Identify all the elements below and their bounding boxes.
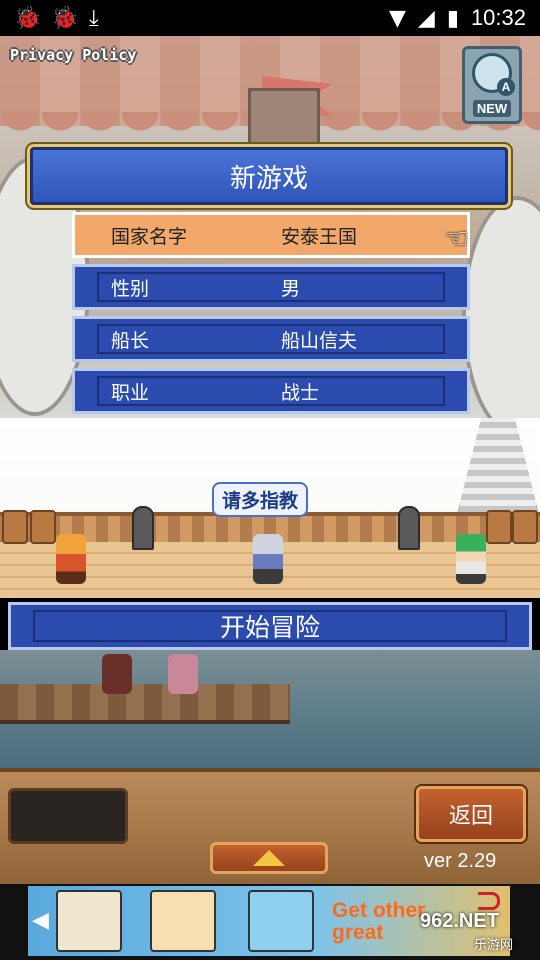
account-switch-button[interactable]: NEW — [462, 46, 522, 124]
back-label: 返回 — [448, 804, 493, 829]
ship-deck-scene: 请多指教 — [0, 418, 540, 598]
back-button[interactable]: 返回 — [416, 786, 526, 842]
row-value: 战士 — [281, 381, 320, 404]
row-value: 船山信夫 — [281, 329, 358, 352]
scroll-up-button[interactable] — [210, 842, 328, 874]
row-label: 船长 — [111, 329, 150, 352]
dock — [0, 684, 290, 724]
bug-icon: 🐞 — [14, 5, 42, 31]
cannon — [398, 506, 420, 550]
ladder — [456, 418, 540, 518]
chevron-left-icon[interactable]: ◀ — [32, 908, 49, 933]
wifi-icon: ▼ — [388, 5, 406, 31]
row-label: 性别 — [111, 277, 150, 300]
crew-character — [456, 534, 486, 584]
row-value: 男 — [281, 277, 301, 300]
ad-game-tile[interactable] — [248, 890, 314, 952]
new-game-title: 新游戏 — [30, 147, 508, 205]
ad-game-tile[interactable] — [150, 890, 216, 952]
ad-game-tile[interactable] — [56, 890, 122, 952]
cannon — [132, 506, 154, 550]
watermark-sub: 乐游网 — [474, 938, 514, 953]
clock: 10:32 — [470, 5, 526, 30]
version-label: ver 2.29 — [424, 850, 497, 872]
barrel — [30, 510, 56, 544]
privacy-policy-link[interactable]: Privacy Policy — [10, 46, 136, 64]
harbor-scene — [0, 650, 540, 768]
bug-icon: 🐞 — [51, 5, 79, 31]
download-icon: ⤓ — [88, 5, 99, 31]
barrel — [512, 510, 538, 544]
hero-character — [253, 534, 283, 584]
menu-row-job[interactable]: 职业 战士 — [72, 368, 470, 414]
start-adventure-button[interactable]: 开始冒险 — [8, 602, 532, 650]
status-bar: 🐞 🐞 ⤓ ▼ ◢ ▮ 10:32 — [0, 0, 540, 36]
ad-close-icon[interactable] — [478, 892, 500, 910]
account-switch-icon — [472, 53, 515, 96]
pointer-hand-icon: ☜ — [444, 222, 470, 255]
preview-box — [8, 788, 128, 844]
speech-bubble: 请多指教 — [212, 482, 309, 517]
menu-row-gender[interactable]: 性别 男 — [72, 264, 470, 310]
crew-character — [102, 654, 132, 694]
barrel — [2, 510, 28, 544]
bottom-panel: 返回 ver 2.29 — [0, 768, 540, 884]
row-label: 职业 — [111, 381, 150, 404]
menu-row-country[interactable]: 国家名字 安泰王国 — [72, 212, 470, 258]
new-badge: NEW — [472, 100, 512, 117]
watermark: 962.NET — [420, 910, 499, 932]
row-label: 国家名字 — [111, 225, 188, 248]
up-arrow-icon — [253, 850, 285, 866]
signal-icon: ◢ — [417, 5, 435, 31]
row-value: 安泰王国 — [281, 225, 358, 248]
crew-character — [168, 654, 198, 694]
battery-icon: ▮ — [446, 5, 459, 31]
menu-row-captain[interactable]: 船长 船山信夫 — [72, 316, 470, 362]
barrel — [486, 510, 512, 544]
crew-character — [56, 534, 86, 584]
ad-text: Get other great — [332, 899, 426, 944]
